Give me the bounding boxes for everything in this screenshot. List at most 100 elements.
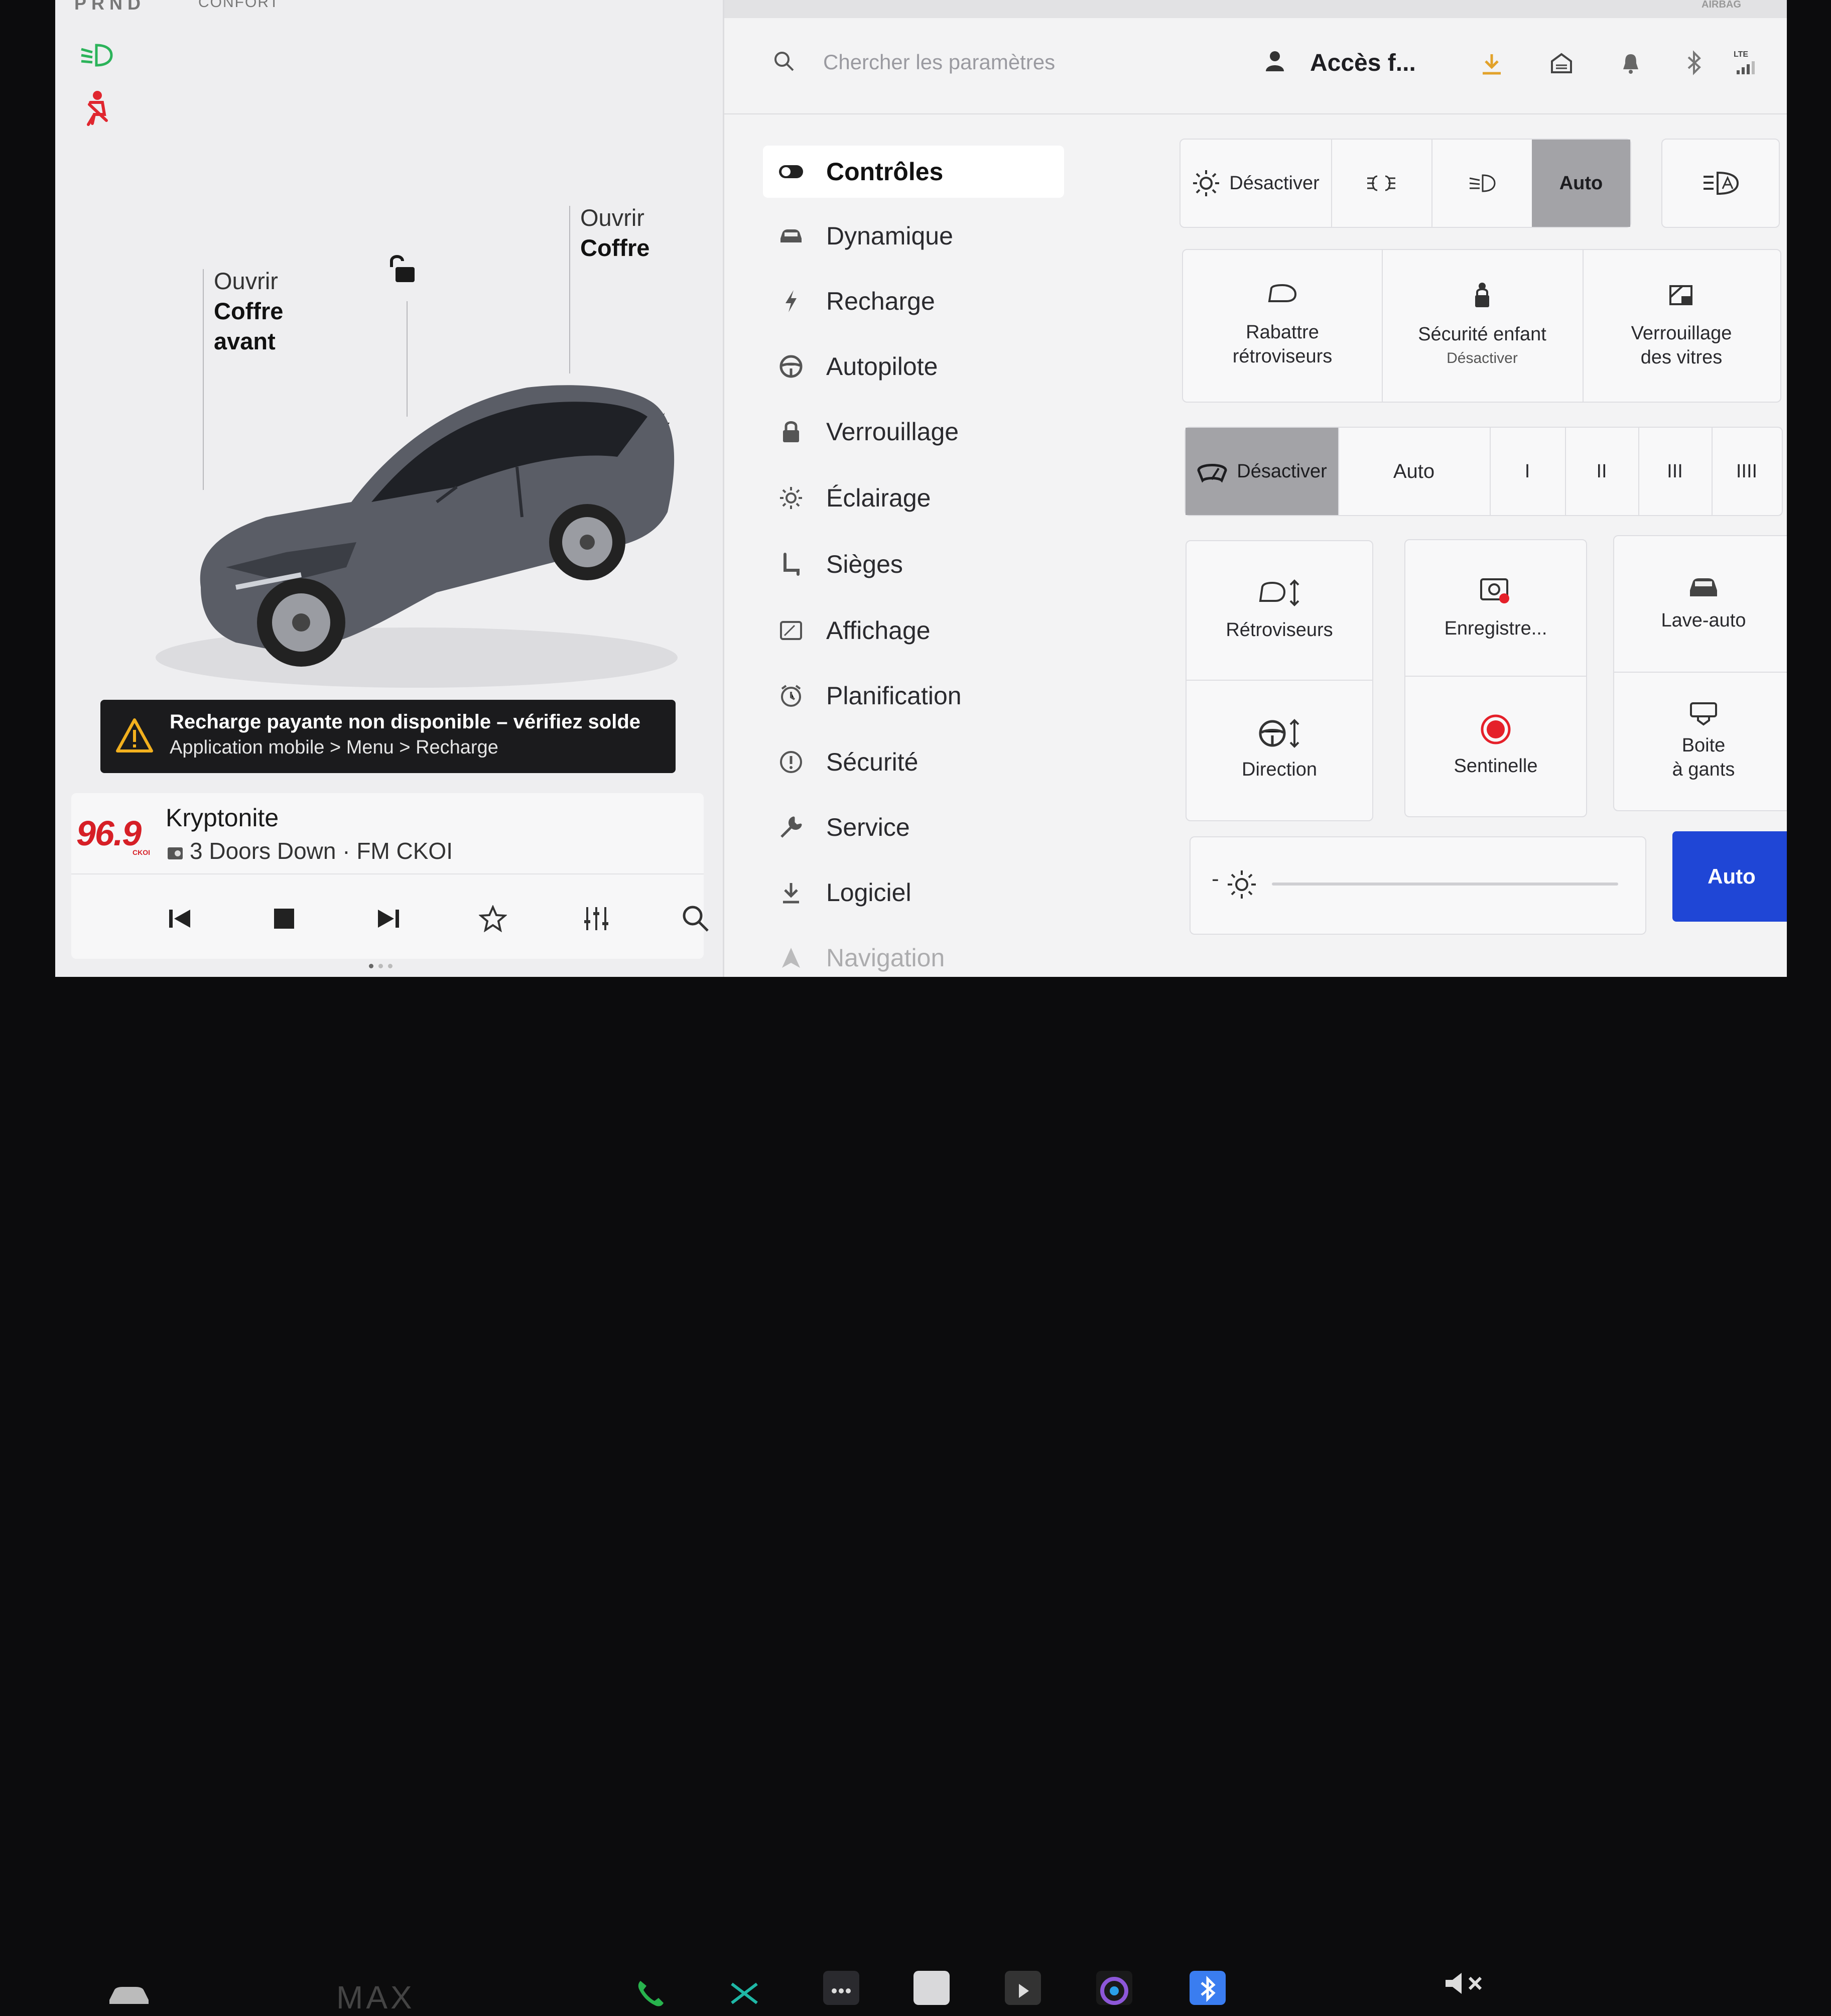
parking-lights-button[interactable] <box>1331 140 1432 227</box>
dashcam-label: Enregistre... <box>1444 618 1547 639</box>
menu-item-sieges[interactable]: Sièges <box>763 538 1064 590</box>
car-wash-label: Lave-auto <box>1661 610 1746 631</box>
panel-divider <box>723 0 724 977</box>
wiper-speed-4[interactable]: IIII <box>1712 428 1782 515</box>
next-track-button[interactable] <box>368 899 409 939</box>
menu-item-planification[interactable]: Planification <box>763 670 1064 722</box>
download-icon[interactable] <box>1481 52 1503 75</box>
wiper-speed-2[interactable]: II <box>1565 428 1639 515</box>
child-lock-state: Désactiver <box>1447 350 1518 366</box>
camera-app-icon[interactable] <box>1096 1971 1132 2005</box>
alert-subtitle: Application mobile > Menu > Recharge <box>170 737 498 758</box>
volume-mute-icon[interactable] <box>1444 1971 1489 1996</box>
lock-icon <box>776 417 806 447</box>
wiper-auto-button[interactable]: Auto <box>1338 428 1491 515</box>
menu-item-dynamique[interactable]: Dynamique <box>763 210 1064 262</box>
seatbelt-warning-icon <box>79 89 114 127</box>
equalizer-icon[interactable] <box>576 899 616 939</box>
glovebox-button[interactable]: Boite à gants <box>1614 672 1787 810</box>
child-lock-button[interactable]: Sécurité enfant Désactiver <box>1382 250 1584 402</box>
notification-bell-icon[interactable] <box>1621 52 1640 74</box>
menu-item-controles[interactable]: Contrôles <box>763 146 1064 198</box>
car-icon <box>776 221 806 251</box>
mirror-icon <box>1266 283 1298 307</box>
wrench-icon <box>776 812 806 842</box>
sentry-mode-button[interactable]: Sentinelle <box>1405 676 1586 816</box>
menu-item-eclairage[interactable]: Éclairage <box>763 472 1064 524</box>
toybox-icon[interactable] <box>729 1981 760 2006</box>
bottom-dock: MAX <box>0 977 1831 2015</box>
car-dock-icon[interactable] <box>107 1985 151 2005</box>
open-trunk-button[interactable]: Ouvrir Coffre <box>580 203 649 263</box>
dashcam-button[interactable]: Enregistre... <box>1405 540 1586 677</box>
gear-indicator: PRND <box>74 0 146 14</box>
media-search-icon[interactable] <box>676 899 716 939</box>
child-lock-label: Sécurité enfant <box>1418 324 1546 345</box>
vehicle-panel: PRND CONFORT Ouvrir Coffre avant Ouvrir … <box>55 0 723 977</box>
favorite-star-icon[interactable] <box>473 899 513 939</box>
auto-high-beam-icon <box>1702 171 1740 196</box>
theater-icon[interactable] <box>1005 1971 1041 2005</box>
settings-search-input[interactable]: Chercher les paramètres <box>823 50 1055 74</box>
previous-track-button[interactable] <box>160 899 200 939</box>
phone-icon[interactable] <box>635 1979 666 2007</box>
wiper-control: Désactiver Auto I II III IIII <box>1185 427 1783 516</box>
lights-auto-button[interactable]: Auto <box>1532 140 1630 227</box>
stop-button[interactable] <box>264 899 304 939</box>
menu-item-service[interactable]: Service <box>763 801 1064 853</box>
low-beam-button[interactable] <box>1431 140 1533 227</box>
mirrors-label: Rétroviseurs <box>1226 619 1333 641</box>
unlock-icon[interactable] <box>386 252 419 285</box>
drive-mode: CONFORT <box>198 0 280 11</box>
steering-adjust-button[interactable]: Direction <box>1187 680 1372 820</box>
homelink-icon[interactable] <box>1550 52 1573 74</box>
lights-off-label: Désactiver <box>1229 172 1320 194</box>
wiper-speed-1[interactable]: I <box>1490 428 1566 515</box>
menu-label: Éclairage <box>826 484 931 512</box>
display-icon <box>776 615 806 646</box>
menu-item-recharge[interactable]: Recharge <box>763 275 1064 327</box>
menu-item-verrouillage[interactable]: Verrouillage <box>763 406 1064 458</box>
bluetooth-app-icon[interactable] <box>1190 1971 1226 2005</box>
menu-item-securite[interactable]: Sécurité <box>763 736 1064 788</box>
brightness-slider[interactable] <box>1272 883 1618 886</box>
window-lock-label-1: Verrouillage <box>1631 323 1732 344</box>
alert-circle-icon <box>776 747 806 777</box>
wiper-off-button[interactable]: Désactiver <box>1186 428 1339 515</box>
mirror-adjust-icon <box>1257 579 1301 607</box>
window-lock-button[interactable]: Verrouillage des vitres <box>1583 250 1780 402</box>
menu-item-logiciel[interactable]: Logiciel <box>763 866 1064 919</box>
carwash-glovebox-card: Lave-auto Boite à gants <box>1613 535 1787 811</box>
open-frunk-line2: Coffre <box>214 298 284 324</box>
menu-label: Planification <box>826 682 962 710</box>
menu-item-navigation[interactable]: Navigation <box>763 932 1064 977</box>
menu-item-autopilote[interactable]: Autopilote <box>763 340 1064 393</box>
auto-high-beam-button[interactable] <box>1661 139 1780 228</box>
brightness-auto-button[interactable]: Auto <box>1672 831 1787 922</box>
menu-item-affichage[interactable]: Affichage <box>763 604 1064 657</box>
profile-name[interactable]: Accès f... <box>1310 49 1416 77</box>
parking-lights-icon <box>1365 173 1397 193</box>
climate-temperature[interactable]: MAX <box>336 1979 415 2016</box>
fold-mirrors-label-1: Rabattre <box>1246 322 1319 343</box>
car-wash-button[interactable]: Lave-auto <box>1614 536 1787 673</box>
open-frunk-button[interactable]: Ouvrir Coffre avant <box>214 266 283 356</box>
lights-off-button[interactable]: Désactiver <box>1181 140 1332 227</box>
menu-label: Service <box>826 813 910 841</box>
radio-icon <box>167 845 184 860</box>
fold-mirrors-button[interactable]: Rabattre rétroviseurs <box>1183 250 1383 402</box>
bluetooth-icon[interactable] <box>1686 50 1702 75</box>
notes-icon[interactable] <box>913 1971 950 2005</box>
menu-label: Dynamique <box>826 222 953 250</box>
alert-title: Recharge payante non disponible – vérifi… <box>170 711 641 733</box>
wiper-speed-3[interactable]: III <box>1638 428 1713 515</box>
settings-panel: AIRBAG Chercher les paramètres Accès f..… <box>723 0 1787 977</box>
page-indicator <box>369 964 393 968</box>
sun-icon <box>776 483 806 513</box>
glovebox-label-2: à gants <box>1672 759 1735 780</box>
menu-label: Contrôles <box>826 158 944 186</box>
charging-alert-banner[interactable]: Recharge payante non disponible – vérifi… <box>100 700 676 773</box>
mirrors-adjust-button[interactable]: Rétroviseurs <box>1187 541 1372 681</box>
more-apps-icon[interactable] <box>823 1971 859 2005</box>
sentry-record-icon <box>1480 714 1511 745</box>
